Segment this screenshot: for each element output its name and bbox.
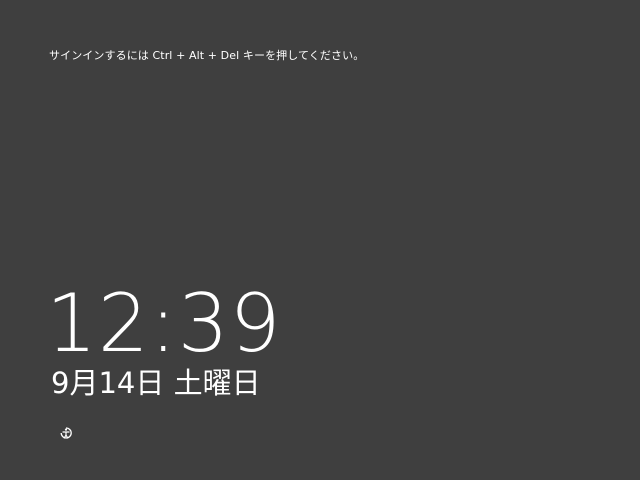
ease-of-access-icon: [58, 425, 74, 441]
lock-screen: { "lock_screen": { "signin_prompt": "サイン…: [0, 0, 640, 480]
ease-of-access-button[interactable]: [57, 424, 75, 442]
clock-time: 12:39: [46, 277, 282, 370]
clock-date: 9月14日 土曜日: [51, 366, 261, 400]
signin-prompt: サインインするには Ctrl + Alt + Del キーを押してください。: [49, 49, 365, 62]
clock-panel: 12:39 9月14日 土曜日: [46, 281, 282, 401]
